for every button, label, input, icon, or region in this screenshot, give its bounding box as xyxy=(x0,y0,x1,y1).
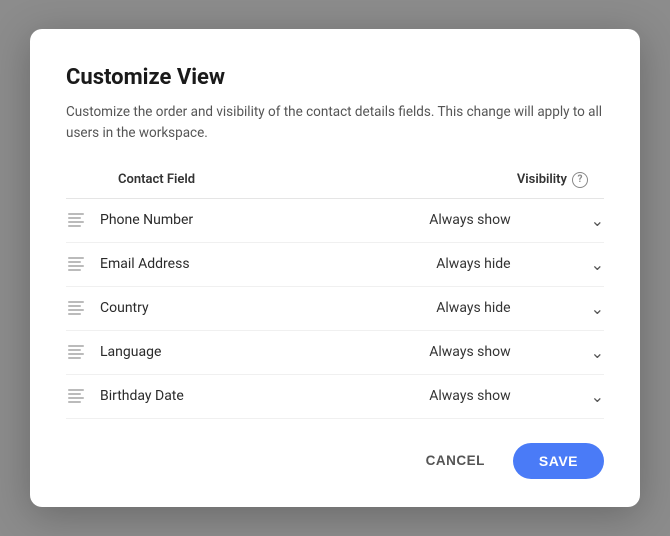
visibility-dropdown-country[interactable]: Always hide ⌄ xyxy=(384,299,604,318)
visibility-help-icon[interactable]: ? xyxy=(572,172,588,188)
table-header: Contact Field Visibility ? xyxy=(66,172,604,199)
modal-title: Customize View xyxy=(66,65,604,90)
visibility-dropdown-language[interactable]: Always show ⌄ xyxy=(384,343,604,362)
col-visibility-label: Visibility ? xyxy=(517,172,588,188)
field-left: Country xyxy=(66,299,149,317)
visibility-value-phone-number: Always show xyxy=(429,212,510,228)
drag-handle-icon[interactable] xyxy=(66,387,86,405)
table-row: Email Address Always hide ⌄ xyxy=(66,243,604,287)
chevron-down-icon: ⌄ xyxy=(591,299,604,318)
field-name-phone-number: Phone Number xyxy=(100,212,193,228)
modal-description: Customize the order and visibility of th… xyxy=(66,102,604,144)
drag-handle-icon[interactable] xyxy=(66,299,86,317)
col-field-label: Contact Field xyxy=(118,172,195,188)
customize-view-modal: Customize View Customize the order and v… xyxy=(30,29,640,507)
save-button[interactable]: SAVE xyxy=(513,443,604,479)
visibility-value-email-address: Always hide xyxy=(436,256,510,272)
drag-handle-icon[interactable] xyxy=(66,211,86,229)
field-name-country: Country xyxy=(100,300,149,316)
visibility-value-birthday-date: Always show xyxy=(429,388,510,404)
visibility-dropdown-birthday-date[interactable]: Always show ⌄ xyxy=(384,387,604,406)
chevron-down-icon: ⌄ xyxy=(591,211,604,230)
visibility-value-country: Always hide xyxy=(436,300,510,316)
table-row: Country Always hide ⌄ xyxy=(66,287,604,331)
visibility-dropdown-phone-number[interactable]: Always show ⌄ xyxy=(384,211,604,230)
visibility-dropdown-email-address[interactable]: Always hide ⌄ xyxy=(384,255,604,274)
table-row: Phone Number Always show ⌄ xyxy=(66,199,604,243)
chevron-down-icon: ⌄ xyxy=(591,387,604,406)
drag-handle-icon[interactable] xyxy=(66,255,86,273)
field-left: Birthday Date xyxy=(66,387,184,405)
chevron-down-icon: ⌄ xyxy=(591,343,604,362)
field-left: Email Address xyxy=(66,255,190,273)
field-name-email-address: Email Address xyxy=(100,256,190,272)
chevron-down-icon: ⌄ xyxy=(591,255,604,274)
field-name-language: Language xyxy=(100,344,161,360)
table-row: Language Always show ⌄ xyxy=(66,331,604,375)
drag-handle-icon[interactable] xyxy=(66,343,86,361)
field-left: Phone Number xyxy=(66,211,193,229)
modal-footer: CANCEL SAVE xyxy=(66,443,604,479)
field-name-birthday-date: Birthday Date xyxy=(100,388,184,404)
field-left: Language xyxy=(66,343,161,361)
fields-list: Phone Number Always show ⌄ Email Address… xyxy=(66,199,604,419)
visibility-value-language: Always show xyxy=(429,344,510,360)
table-row: Birthday Date Always show ⌄ xyxy=(66,375,604,419)
cancel-button[interactable]: CANCEL xyxy=(414,445,497,476)
